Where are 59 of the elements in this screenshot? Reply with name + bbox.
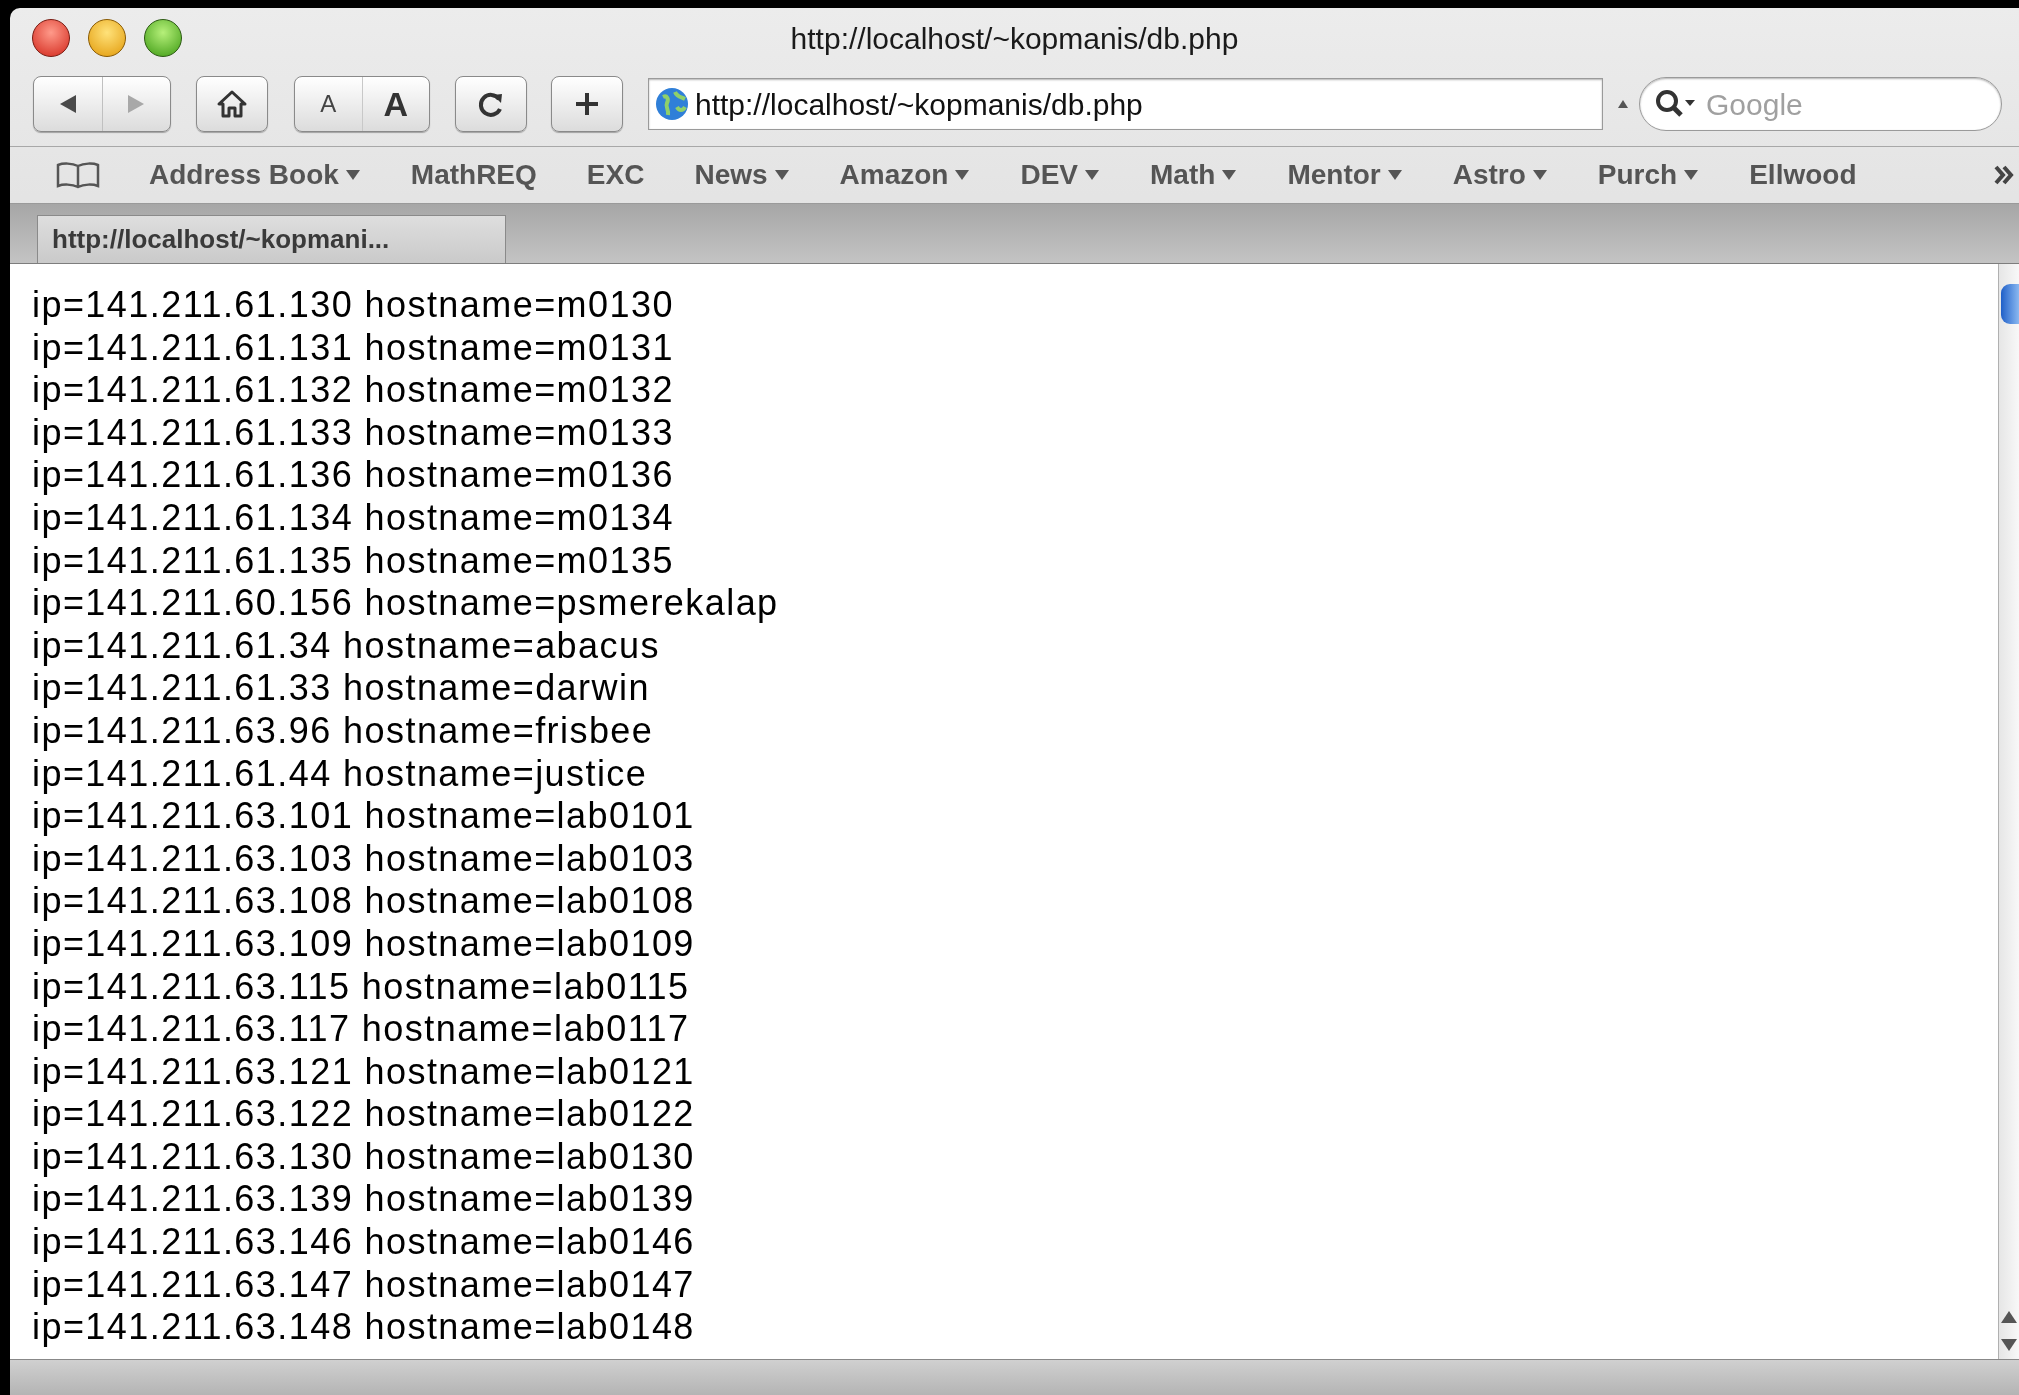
- text-line: ip=141.211.63.117 hostname=lab0117: [32, 1008, 690, 1051]
- text-line: ip=141.211.61.135 hostname=m0135: [32, 539, 674, 583]
- home-button[interactable]: [196, 76, 268, 132]
- text-line: ip=141.211.63.121 hostname=lab0121: [32, 1050, 695, 1094]
- tab[interactable]: http://localhost/~kopmani...: [37, 215, 506, 263]
- minimize-button[interactable]: [88, 19, 126, 57]
- scroll-thumb[interactable]: [2001, 284, 2019, 324]
- text-line: ip=141.211.63.148 hostname=lab0148: [32, 1306, 695, 1349]
- bookmark-item[interactable]: Amazon: [839, 154, 971, 196]
- text-line: ip=141.211.61.136 hostname=m0136: [32, 454, 674, 497]
- text-line: ip=141.211.63.115 hostname=lab0115: [32, 965, 690, 1009]
- search-field[interactable]: Google: [1706, 81, 2001, 127]
- bookmark-item[interactable]: Mentor: [1287, 154, 1403, 196]
- text-line: ip=141.211.61.130 hostname=m0130: [32, 284, 674, 327]
- text-line: ip=141.211.63.147 hostname=lab0147: [32, 1263, 695, 1307]
- close-button[interactable]: [32, 19, 70, 57]
- address-field[interactable]: http://localhost/~kopmanis/db.php: [695, 81, 1602, 127]
- bookmarks-book-icon[interactable]: [55, 161, 101, 189]
- bookmark-item[interactable]: Ellwood: [1749, 154, 1857, 196]
- reload-button[interactable]: [455, 76, 527, 132]
- text-bigger-button[interactable]: A: [362, 77, 429, 131]
- text-line: ip=141.211.63.103 hostname=lab0103: [32, 837, 695, 881]
- bookmark-item[interactable]: Address Book: [149, 154, 361, 196]
- text-line: ip=141.211.61.34 hostname=abacus: [32, 624, 660, 668]
- text-line: ip=141.211.61.44 hostname=justice: [32, 752, 648, 796]
- home-icon: [216, 89, 248, 119]
- bookmark-item[interactable]: MathREQ: [410, 154, 537, 196]
- text-line: ip=141.211.61.33 hostname=darwin: [32, 667, 650, 710]
- add-bookmark-button[interactable]: [551, 76, 623, 132]
- bookmark-item[interactable]: News: [694, 154, 790, 196]
- text-smaller-button[interactable]: A: [295, 77, 363, 131]
- bookmark-item[interactable]: EXC: [586, 154, 645, 196]
- window-title: http://localhost/~kopmanis/db.php: [790, 20, 1239, 57]
- text-line: ip=141.211.63.146 hostname=lab0146: [32, 1221, 695, 1264]
- scrollbar[interactable]: [1998, 264, 2019, 1359]
- snapback-icon[interactable]: [1617, 99, 1629, 109]
- text-line: ip=141.211.63.109 hostname=lab0109: [32, 922, 695, 966]
- globe-icon: [655, 87, 689, 121]
- zoom-button[interactable]: [144, 19, 182, 57]
- text-line: ip=141.211.61.133 hostname=m0133: [32, 411, 674, 455]
- text-line: ip=141.211.61.134 hostname=m0134: [32, 496, 674, 540]
- text-line: ip=141.211.61.131 hostname=m0131: [32, 326, 674, 370]
- bookmark-item[interactable]: Purch: [1597, 154, 1700, 196]
- text-line: ip=141.211.63.101 hostname=lab0101: [32, 795, 695, 838]
- text-line: ip=141.211.63.96 hostname=frisbee: [32, 709, 654, 753]
- text-line: ip=141.211.63.108 hostname=lab0108: [32, 880, 695, 923]
- reload-icon: [477, 90, 505, 118]
- bookmark-item[interactable]: Math: [1150, 154, 1238, 196]
- bookmark-item[interactable]: DEV: [1020, 154, 1101, 196]
- address-bar[interactable]: http://localhost/~kopmanis/db.php: [648, 78, 1603, 130]
- search-bar[interactable]: Google: [1639, 77, 2002, 131]
- more-chevron-icon[interactable]: [1993, 164, 2015, 186]
- text-line: ip=141.211.60.156 hostname=psmerekalap: [32, 582, 779, 625]
- text-line: ip=141.211.63.139 hostname=lab0139: [32, 1178, 695, 1222]
- bookmark-item[interactable]: Astro: [1452, 154, 1548, 196]
- plus-icon: [574, 91, 600, 117]
- text-line: ip=141.211.63.122 hostname=lab0122: [32, 1093, 695, 1136]
- text-line: ip=141.211.61.132 hostname=m0132: [32, 369, 674, 412]
- text-line: ip=141.211.63.130 hostname=lab0130: [32, 1135, 695, 1179]
